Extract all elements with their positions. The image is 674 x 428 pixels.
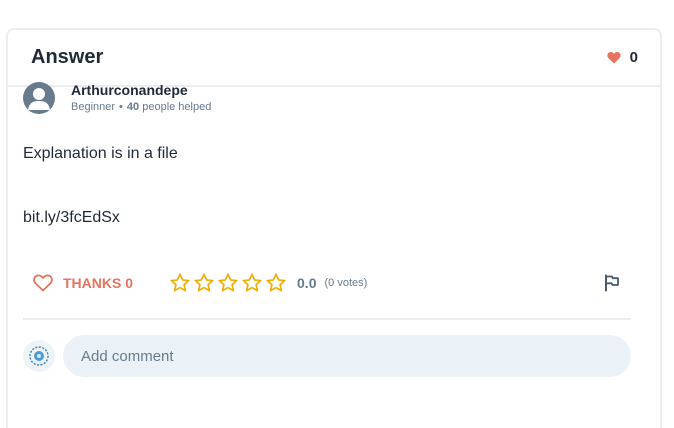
star-icon[interactable] (169, 272, 191, 294)
flag-icon[interactable] (603, 274, 621, 292)
likes-counter[interactable]: 0 (607, 49, 638, 66)
author-block: Arthurconandepe Beginner • 40 people helpe… (23, 81, 211, 115)
add-comment-input[interactable] (63, 335, 631, 377)
star-rating (169, 272, 287, 294)
heart-outline-icon (33, 274, 53, 292)
answer-link: bit.ly/3fcEdSx (23, 209, 120, 226)
votes-count: (0 votes) (324, 277, 368, 289)
avatar[interactable] (23, 82, 55, 114)
answer-paragraph: Explanation is in a file (23, 145, 178, 162)
meta-separator: • (119, 101, 123, 113)
helped-count: 40 (126, 101, 140, 113)
likes-count: 0 (629, 49, 638, 66)
thanks-label: THANKS 0 (63, 275, 134, 291)
star-icon[interactable] (217, 272, 239, 294)
heart-icon (607, 52, 621, 64)
current-user-avatar (23, 340, 55, 372)
helped-label: people helped (142, 101, 212, 113)
user-silhouette-icon (28, 88, 50, 110)
card-title: Answer (31, 46, 104, 68)
rating-value: 0.0 (297, 275, 317, 291)
author-rank: Beginner (71, 101, 116, 113)
author-name[interactable]: Arthurconandepe (71, 81, 211, 99)
divider (23, 318, 631, 320)
thanks-button[interactable]: THANKS 0 (23, 274, 133, 292)
comment-row (23, 335, 631, 377)
author-meta: Beginner • 40 people helped (71, 99, 211, 115)
star-icon[interactable] (265, 272, 287, 294)
answer-body: Explanation is in a file bit.ly/3fcEdSx (23, 142, 178, 230)
brain-logo-icon (29, 346, 49, 366)
star-icon[interactable] (241, 272, 263, 294)
answer-actions: THANKS 0 0.0 (0 votes) (23, 268, 631, 298)
star-icon[interactable] (193, 272, 215, 294)
card-header: Answer 0 (8, 30, 660, 87)
